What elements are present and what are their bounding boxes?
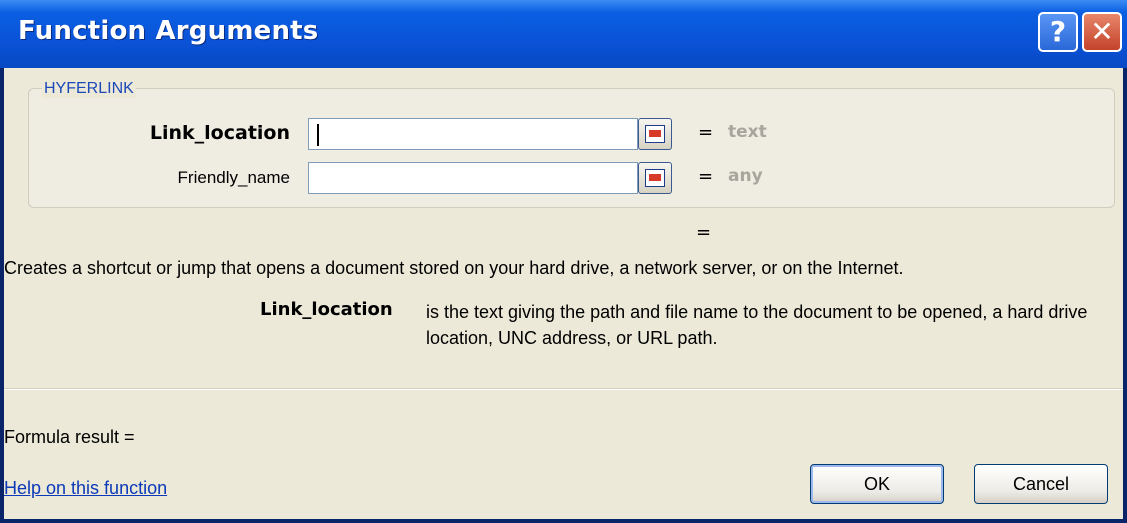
friendly-name-input[interactable]	[308, 162, 638, 194]
cancel-button[interactable]: Cancel	[974, 464, 1108, 504]
formula-result: Formula result =	[4, 427, 135, 447]
ok-button[interactable]: OK	[810, 464, 944, 504]
function-arguments-dialog: Function Arguments ? ✕ HYFERLINK Link_lo…	[0, 0, 1127, 523]
dialog-title: Function Arguments	[18, 16, 319, 46]
divider	[4, 388, 1123, 390]
friendly-name-type-hint: any	[728, 166, 763, 186]
dialog-body: HYFERLINK Link_location = text Friendly_…	[4, 68, 1123, 519]
close-button[interactable]: ✕	[1082, 12, 1122, 52]
friendly-name-collapse-button[interactable]	[638, 162, 672, 194]
link-location-label: Link_location	[149, 122, 290, 144]
friendly-name-equals: =	[698, 166, 714, 187]
help-button[interactable]: ?	[1038, 12, 1078, 52]
link-location-input[interactable]	[308, 118, 638, 150]
function-name-label: HYFERLINK	[42, 80, 136, 98]
link-location-equals: =	[698, 122, 714, 143]
help-on-function-link[interactable]: Help on this function	[4, 478, 167, 499]
collapse-dialog-icon	[645, 169, 665, 187]
function-result-equals: =	[696, 222, 712, 243]
link-location-type-hint: text	[728, 122, 767, 142]
current-argument-description: is the text giving the path and file nam…	[426, 302, 1088, 348]
close-icon: ✕	[1090, 15, 1114, 48]
function-description: Creates a shortcut or jump that opens a …	[4, 258, 904, 278]
text-caret	[317, 124, 319, 146]
collapse-dialog-icon	[645, 125, 665, 143]
link-location-collapse-button[interactable]	[638, 118, 672, 150]
question-mark-icon: ?	[1049, 15, 1067, 48]
title-bar[interactable]: Function Arguments ? ✕	[0, 0, 1127, 68]
friendly-name-label: Friendly_name	[177, 168, 290, 187]
current-argument-name: Link_location	[260, 299, 393, 320]
